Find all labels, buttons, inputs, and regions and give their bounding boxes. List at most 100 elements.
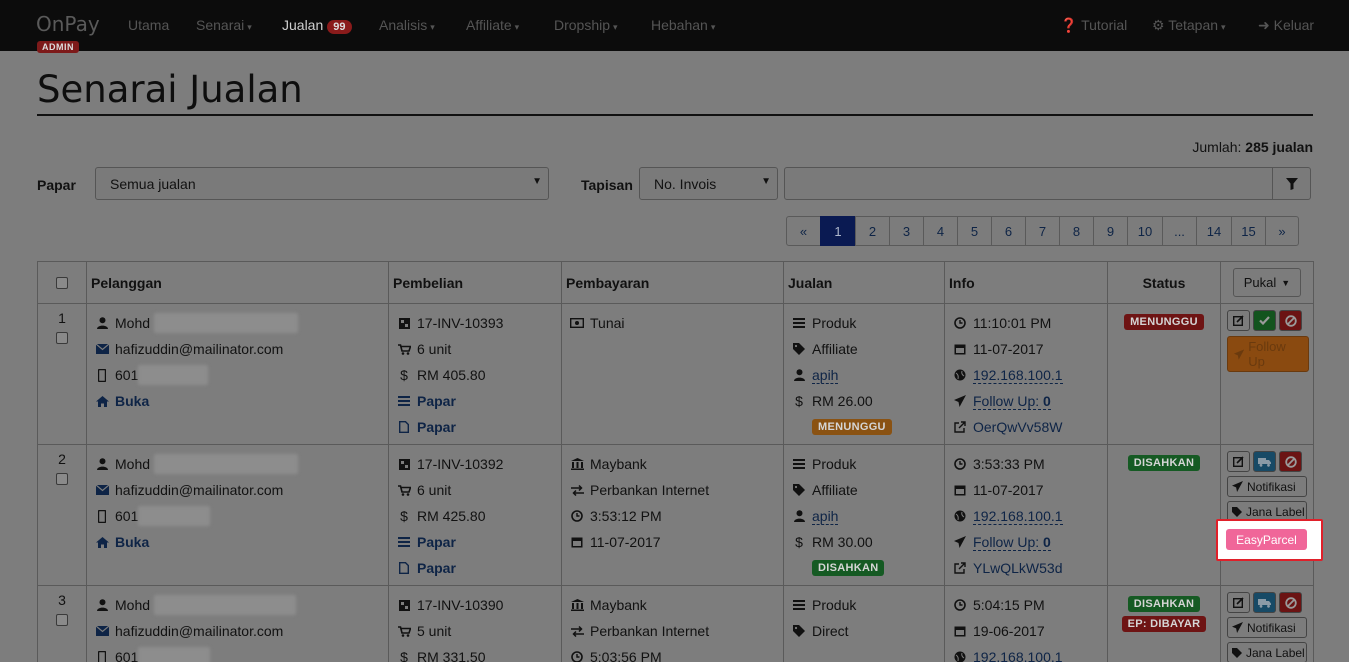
envelope-icon <box>91 626 113 636</box>
page-button[interactable]: ... <box>1162 216 1197 246</box>
nav-dropship[interactable]: Dropship ▾ <box>554 17 618 33</box>
mobile-icon <box>91 650 113 662</box>
page-button[interactable]: 14 <box>1196 216 1232 246</box>
order-reference-link[interactable]: YLwQLkW53d <box>973 560 1062 576</box>
view-items-link[interactable]: Papar <box>417 534 456 550</box>
unit-count: 6 unit <box>417 341 452 357</box>
nav-analisis[interactable]: Analisis ▾ <box>379 17 435 33</box>
row-checkbox[interactable] <box>56 614 68 626</box>
ip-address-link[interactable]: 192.168.100.1 <box>973 367 1063 384</box>
ban-icon <box>1284 314 1297 327</box>
clock-icon <box>566 510 588 522</box>
affiliate-link[interactable]: apih <box>812 367 839 384</box>
ban-icon <box>1284 455 1297 468</box>
check-icon <box>1259 316 1270 325</box>
tag-icon <box>1232 647 1242 658</box>
row-number-cell: 2 <box>37 444 87 586</box>
shipping-button[interactable] <box>1253 451 1276 472</box>
caret-down-icon: ▼ <box>1281 277 1291 288</box>
header-info: Info <box>944 261 1108 304</box>
papar-select[interactable]: Semua jualan ▼ <box>95 167 549 200</box>
easyparcel-button[interactable]: EasyParcel <box>1226 529 1307 550</box>
filter-search-input[interactable] <box>784 167 1273 200</box>
page-button[interactable]: 15 <box>1231 216 1266 246</box>
page-prev-button[interactable]: « <box>786 216 821 246</box>
order-reference-link[interactable]: OerQwVv58W <box>973 419 1062 435</box>
tag-icon <box>788 625 810 637</box>
nav-keluar[interactable]: ➜ Keluar <box>1258 17 1314 34</box>
actions-cell: Follow Up <box>1220 303 1314 445</box>
info-cell: 11:10:01 PM 11-07-2017 192.168.100.1 Fol… <box>944 303 1108 445</box>
truck-icon <box>1258 598 1271 608</box>
header-pembelian: Pembelian <box>388 261 562 304</box>
home-icon <box>91 395 113 407</box>
tag-icon <box>788 484 810 496</box>
edit-button[interactable] <box>1227 451 1250 472</box>
row-checkbox[interactable] <box>56 473 68 485</box>
open-customer-link[interactable]: Buka <box>115 393 149 409</box>
cancel-button[interactable] <box>1279 310 1302 331</box>
clock-icon <box>949 317 971 329</box>
tapisan-label: Tapisan <box>581 177 633 193</box>
notification-button[interactable]: Notifikasi <box>1227 617 1307 638</box>
nav-tetapan[interactable]: ⚙ Tetapan ▾ <box>1152 17 1226 34</box>
notification-button[interactable]: Notifikasi <box>1227 476 1307 497</box>
view-items-link[interactable]: Papar <box>417 393 456 409</box>
ip-address-link[interactable]: 192.168.100.1 <box>973 508 1063 525</box>
ip-address-link[interactable]: 192.168.100.1 <box>973 649 1063 662</box>
pdf-icon <box>393 562 415 574</box>
mobile-icon <box>91 509 113 523</box>
page-button[interactable]: 8 <box>1059 216 1094 246</box>
approve-button[interactable] <box>1253 310 1276 331</box>
follow-up-button[interactable]: Follow Up <box>1227 336 1309 372</box>
nav-affiliate[interactable]: Affiliate ▾ <box>466 17 519 33</box>
tag-icon <box>1232 506 1242 517</box>
follow-up-link[interactable]: Follow Up: 0 <box>973 393 1051 410</box>
cancel-button[interactable] <box>1279 592 1302 613</box>
open-customer-link[interactable]: Buka <box>115 534 149 550</box>
truck-icon <box>1258 457 1271 467</box>
payment-method: Maybank <box>590 456 647 472</box>
page-button[interactable]: 1 <box>820 216 856 246</box>
edit-button[interactable] <box>1227 310 1250 331</box>
payment-time: 3:53:12 PM <box>590 508 662 524</box>
page-button[interactable]: 9 <box>1093 216 1128 246</box>
follow-up-link[interactable]: Follow Up: 0 <box>973 534 1051 551</box>
edit-icon <box>1233 456 1244 467</box>
edit-button[interactable] <box>1227 592 1250 613</box>
row-checkbox[interactable] <box>56 332 68 344</box>
page-next-button[interactable]: » <box>1265 216 1299 246</box>
caret-down-icon: ▾ <box>514 22 520 32</box>
page-button[interactable]: 6 <box>991 216 1026 246</box>
customer-name: Mohd <box>115 456 151 472</box>
page-button[interactable]: 5 <box>957 216 992 246</box>
shipping-button[interactable] <box>1253 592 1276 613</box>
page-button[interactable]: 4 <box>923 216 958 246</box>
table-row: 1 Mohd hafizuddin@mailinator.com 601 Buk… <box>37 303 1314 445</box>
paper-plane-icon <box>1234 348 1245 360</box>
affiliate-link[interactable]: apih <box>812 508 839 525</box>
page-button[interactable]: 7 <box>1025 216 1060 246</box>
actions-cell: Notifikasi Jana Label <box>1220 444 1314 586</box>
select-all-header <box>37 261 87 304</box>
nav-hebahan[interactable]: Hebahan ▾ <box>651 17 715 33</box>
purchase-cell: 17-INV-10392 6 unit $ RM 425.80 Papar Pap… <box>388 444 562 586</box>
view-invoice-link[interactable]: Papar <box>417 560 456 576</box>
nav-jualan[interactable]: Jualan 99 <box>282 17 352 34</box>
filter-button[interactable] <box>1272 167 1311 200</box>
page-button[interactable]: 3 <box>889 216 924 246</box>
tapisan-select[interactable]: No. Invois ▼ <box>639 167 778 200</box>
header-pembayaran: Pembayaran <box>561 261 784 304</box>
select-all-checkbox[interactable] <box>56 276 68 289</box>
nav-tutorial[interactable]: ❓ Tutorial <box>1060 17 1127 34</box>
table-header-row: Pelanggan Pembelian Pembayaran Jualan In… <box>37 261 1314 304</box>
cancel-button[interactable] <box>1279 451 1302 472</box>
brand-logo[interactable]: OnPay <box>36 12 100 36</box>
pukal-dropdown[interactable]: Pukal ▼ <box>1232 268 1302 297</box>
generate-label-button[interactable]: Jana Label <box>1227 642 1307 662</box>
nav-utama[interactable]: Utama <box>128 17 169 33</box>
nav-senarai[interactable]: Senarai ▾ <box>196 17 252 33</box>
page-button[interactable]: 2 <box>855 216 890 246</box>
view-invoice-link[interactable]: Papar <box>417 419 456 435</box>
page-button[interactable]: 10 <box>1127 216 1163 246</box>
